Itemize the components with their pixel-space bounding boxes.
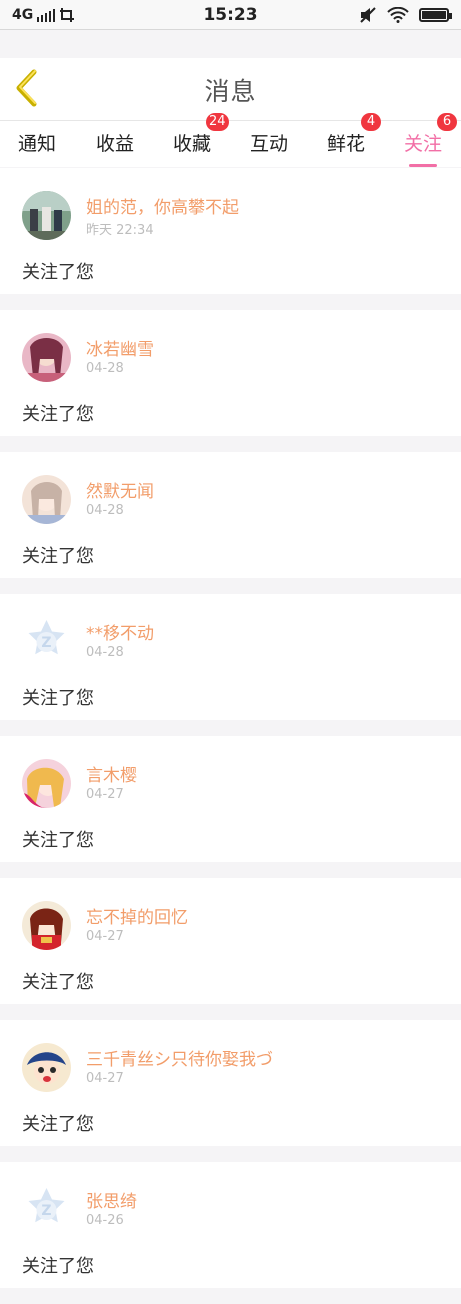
svg-text:Z: Z	[41, 1203, 51, 1219]
tab-label: 关注	[404, 133, 443, 155]
timestamp: 04-27	[86, 1071, 124, 1086]
badge-count: 4	[361, 113, 381, 131]
avatar[interactable]	[22, 759, 71, 808]
badge-count: 24	[206, 113, 229, 131]
default-avatar-icon[interactable]: Z	[22, 1185, 71, 1234]
user-name[interactable]: 然默无闻	[86, 477, 154, 502]
list-item[interactable]: 言木樱 04-27 关注了您	[0, 736, 461, 862]
active-tab-indicator	[409, 164, 438, 167]
user-name[interactable]: 忘不掉的回忆	[86, 903, 188, 928]
badge-count: 6	[437, 113, 457, 131]
tab-follows[interactable]: 关注 6	[404, 113, 457, 167]
timestamp: 04-27	[86, 929, 124, 944]
avatar[interactable]	[22, 191, 71, 240]
signal-icon	[37, 8, 56, 22]
wifi-icon	[387, 6, 409, 23]
user-name[interactable]: 言木樱	[86, 761, 137, 786]
default-avatar-icon[interactable]: Z	[22, 617, 71, 666]
message-text: 关注了您	[22, 830, 94, 851]
timestamp: 04-28	[86, 645, 124, 660]
tab-label: 收藏	[173, 133, 212, 155]
message-text: 关注了您	[22, 688, 94, 709]
tab-label: 鲜花	[327, 133, 366, 155]
list-item[interactable]: 冰若幽雪 04-28 关注了您	[0, 310, 461, 436]
message-text: 关注了您	[22, 1114, 94, 1135]
svg-text:Z: Z	[41, 635, 51, 651]
tab-label: 收益	[96, 133, 135, 155]
timestamp: 04-27	[86, 787, 124, 802]
mute-icon	[360, 6, 376, 23]
avatar[interactable]	[22, 333, 71, 382]
tab-interactions[interactable]: 互动	[250, 129, 288, 156]
clock: 15:23	[203, 4, 258, 25]
tab-label: 互动	[250, 133, 289, 155]
list-item[interactable]: 然默无闻 04-28 关注了您	[0, 452, 461, 578]
message-text: 关注了您	[22, 546, 94, 567]
tab-label: 通知	[18, 133, 57, 155]
signal-group: 4G	[12, 7, 77, 23]
page-title: 消息	[204, 77, 257, 106]
message-text: 关注了您	[22, 262, 94, 283]
timestamp: 04-26	[86, 1213, 124, 1228]
list-item[interactable]: 姐的范，你高攀不起 昨天 22:34 关注了您	[0, 168, 461, 294]
list-item[interactable]: Z **移不动 04-28 关注了您	[0, 594, 461, 720]
message-text: 关注了您	[22, 1256, 94, 1277]
app-header: 消息	[0, 58, 461, 121]
message-tabs: 通知 收益 收藏 24 互动 鲜花 4 关注 6	[0, 113, 461, 167]
status-bar: 4G 15:23	[0, 0, 461, 30]
tab-favorites[interactable]: 收藏 24	[173, 113, 229, 156]
avatar[interactable]	[22, 475, 71, 524]
timestamp: 04-28	[86, 503, 124, 518]
user-name[interactable]: 三千青丝シ只待你娶我づ	[86, 1045, 273, 1070]
battery-icon	[419, 7, 452, 22]
list-item[interactable]: 忘不掉的回忆 04-27 关注了您	[0, 878, 461, 1004]
tab-flowers[interactable]: 鲜花 4	[327, 113, 381, 156]
timestamp: 04-28	[86, 361, 124, 376]
message-text: 关注了您	[22, 972, 94, 993]
user-name[interactable]: 姐的范，你高攀不起	[86, 193, 239, 218]
screenshot-icon	[60, 7, 75, 22]
user-name[interactable]: **移不动	[86, 619, 154, 644]
list-item[interactable]: 三千青丝シ只待你娶我づ 04-27 关注了您	[0, 1020, 461, 1146]
network-type: 4G	[12, 6, 34, 23]
message-text: 关注了您	[22, 404, 94, 425]
tab-earnings[interactable]: 收益	[96, 129, 134, 156]
tab-notifications[interactable]: 通知	[18, 129, 56, 156]
list-item[interactable]: Z 张思绮 04-26 关注了您	[0, 1162, 461, 1288]
timestamp: 昨天 22:34	[86, 223, 154, 238]
avatar[interactable]	[22, 901, 71, 950]
user-name[interactable]: 张思绮	[86, 1187, 137, 1212]
avatar[interactable]	[22, 1043, 71, 1092]
user-name[interactable]: 冰若幽雪	[86, 335, 154, 360]
follow-list: 姐的范，你高攀不起 昨天 22:34 关注了您 冰若幽雪 04-28 关注了您 …	[0, 168, 461, 1304]
status-icons	[359, 6, 452, 23]
